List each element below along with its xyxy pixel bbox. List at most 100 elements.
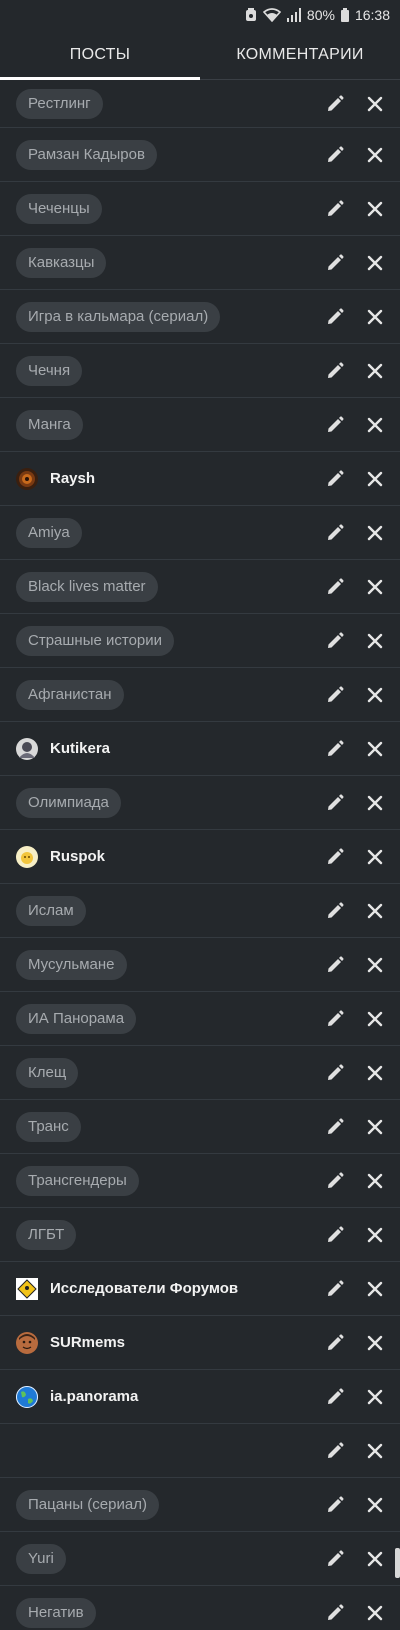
pencil-icon[interactable] [324, 414, 346, 436]
pencil-icon[interactable] [324, 1386, 346, 1408]
close-icon[interactable] [364, 738, 386, 760]
close-icon[interactable] [364, 954, 386, 976]
pencil-icon[interactable] [324, 1224, 346, 1246]
close-icon[interactable] [364, 1440, 386, 1462]
tag-chip[interactable]: Олимпиада [16, 787, 121, 818]
close-icon[interactable] [364, 900, 386, 922]
community-link[interactable]: Ruspok [16, 845, 105, 868]
tag-chip[interactable]: Транс [16, 1111, 81, 1142]
close-icon[interactable] [364, 1278, 386, 1300]
close-icon[interactable] [364, 252, 386, 274]
community-link[interactable]: Исследователи Форумов [16, 1277, 238, 1300]
tag-chip[interactable]: Негатив [16, 1597, 96, 1628]
tag-chip[interactable]: Манга [16, 409, 83, 440]
pencil-icon[interactable] [324, 1062, 346, 1084]
pencil-icon[interactable] [324, 684, 346, 706]
close-icon[interactable] [364, 792, 386, 814]
pencil-icon[interactable] [324, 954, 346, 976]
pencil-icon[interactable] [324, 1494, 346, 1516]
close-icon[interactable] [364, 522, 386, 544]
close-icon[interactable] [364, 630, 386, 652]
tag-chip[interactable]: Рестлинг [16, 88, 103, 119]
close-icon[interactable] [364, 198, 386, 220]
community-link[interactable]: ia.panorama [16, 1385, 138, 1408]
close-icon[interactable] [364, 1062, 386, 1084]
tag-chip[interactable]: Рамзан Кадыров [16, 139, 157, 170]
close-icon[interactable] [364, 1548, 386, 1570]
community-link[interactable]: Raysh [16, 467, 95, 490]
tag-chip[interactable]: Афганистан [16, 679, 124, 710]
close-icon[interactable] [364, 576, 386, 598]
pencil-icon[interactable] [324, 306, 346, 328]
tag-chip[interactable]: Трансгендеры [16, 1165, 139, 1196]
community-link[interactable]: Kutikera [16, 737, 110, 760]
tag-chip[interactable]: Black lives matter [16, 571, 158, 602]
pencil-icon[interactable] [324, 198, 346, 220]
close-icon[interactable] [364, 684, 386, 706]
pencil-icon[interactable] [324, 1548, 346, 1570]
close-icon[interactable] [364, 1494, 386, 1516]
list-item: Кавказцы [0, 236, 400, 290]
list-item: Исследователи Форумов [0, 1262, 400, 1316]
scrollbar-thumb[interactable] [395, 1548, 400, 1578]
close-icon[interactable] [364, 1008, 386, 1030]
tag-chip[interactable]: Amiya [16, 517, 82, 548]
pencil-icon[interactable] [324, 1170, 346, 1192]
list-item: Транс [0, 1100, 400, 1154]
close-icon[interactable] [364, 1170, 386, 1192]
tag-chip[interactable]: Чечня [16, 355, 83, 386]
notification-icon [245, 8, 257, 22]
list-item: Чечня [0, 344, 400, 398]
close-icon[interactable] [364, 1116, 386, 1138]
list-item-content: Yuri [16, 1543, 324, 1574]
pencil-icon[interactable] [324, 360, 346, 382]
pencil-icon[interactable] [324, 1116, 346, 1138]
pencil-icon[interactable] [324, 630, 346, 652]
tag-chip[interactable]: Ислам [16, 895, 86, 926]
row-actions [324, 522, 386, 544]
pencil-icon[interactable] [324, 738, 346, 760]
tag-chip[interactable]: ИА Панорама [16, 1003, 137, 1034]
pencil-icon[interactable] [324, 1332, 346, 1354]
pencil-icon[interactable] [324, 1602, 346, 1624]
close-icon[interactable] [364, 1386, 386, 1408]
close-icon[interactable] [364, 144, 386, 166]
close-icon[interactable] [364, 468, 386, 490]
pencil-icon[interactable] [324, 792, 346, 814]
tag-chip[interactable]: Игра в кальмара (сериал) [16, 301, 221, 332]
close-icon[interactable] [364, 846, 386, 868]
tag-chip[interactable]: Пацаны (сериал) [16, 1489, 159, 1520]
tag-chip[interactable]: Кавказцы [16, 247, 107, 278]
pencil-icon[interactable] [324, 522, 346, 544]
tag-chip[interactable]: Чеченцы [16, 193, 102, 224]
tag-chip[interactable]: ЛГБТ [16, 1219, 77, 1250]
close-icon[interactable] [364, 93, 386, 115]
close-icon[interactable] [364, 414, 386, 436]
pencil-icon[interactable] [324, 1440, 346, 1462]
close-icon[interactable] [364, 1602, 386, 1624]
pencil-icon[interactable] [324, 144, 346, 166]
list-item-content: Трансгендеры [16, 1165, 324, 1196]
tag-chip[interactable]: Мусульмане [16, 949, 127, 980]
pencil-icon[interactable] [324, 252, 346, 274]
tab-comments[interactable]: КОММЕНТАРИИ [200, 30, 400, 79]
close-icon[interactable] [364, 306, 386, 328]
ia-panorama-avatar-icon [16, 1385, 38, 1408]
tag-chip[interactable]: Yuri [16, 1543, 66, 1574]
list-item-content: Транс [16, 1111, 324, 1142]
pencil-icon[interactable] [324, 1278, 346, 1300]
close-icon[interactable] [364, 360, 386, 382]
pencil-icon[interactable] [324, 93, 346, 115]
tag-chip[interactable]: Клещ [16, 1057, 79, 1088]
pencil-icon[interactable] [324, 576, 346, 598]
tag-chip[interactable]: Страшные истории [16, 625, 175, 656]
close-icon[interactable] [364, 1332, 386, 1354]
list-item-content: Кавказцы [16, 247, 324, 278]
pencil-icon[interactable] [324, 900, 346, 922]
tab-posts[interactable]: ПОСТЫ [0, 30, 200, 80]
pencil-icon[interactable] [324, 468, 346, 490]
pencil-icon[interactable] [324, 846, 346, 868]
pencil-icon[interactable] [324, 1008, 346, 1030]
close-icon[interactable] [364, 1224, 386, 1246]
community-link[interactable]: SURmems [16, 1331, 125, 1354]
